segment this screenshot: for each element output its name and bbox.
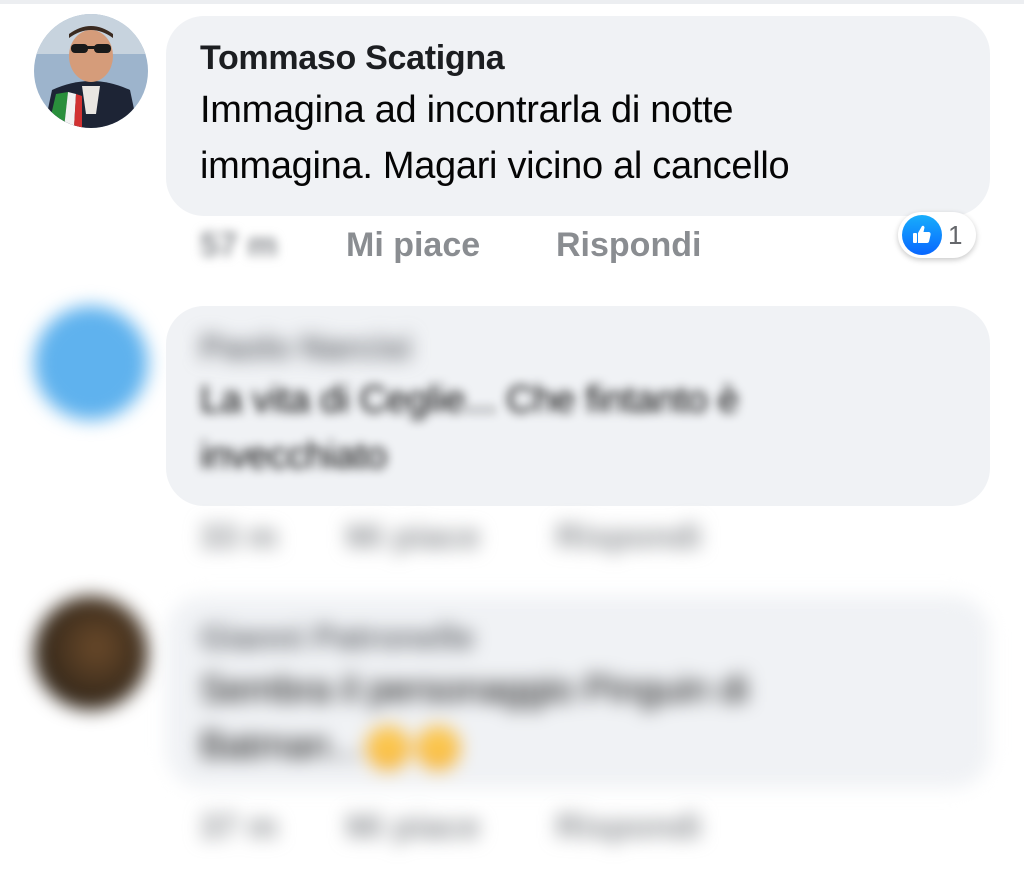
comment-text-line-2: invecchiato — [200, 435, 387, 477]
comment-author[interactable]: Paolo Narcisi — [200, 328, 956, 368]
like-button[interactable]: Mi piace — [346, 808, 480, 847]
comment-time[interactable]: 57 m — [200, 226, 278, 265]
comment-text: Sembra il personaggio Pinguin di Batman.… — [200, 662, 956, 774]
comment-text-line-2: immagina. Magari vicino al cancello — [200, 145, 790, 187]
reply-button[interactable]: Rispondi — [556, 518, 701, 557]
thumbs-up-icon — [902, 215, 942, 255]
comment-bubble: Paolo Narcisi La vita di Ceglie... Che f… — [166, 306, 990, 506]
avatar[interactable] — [34, 596, 148, 710]
comment-text-line-2-text: Batman... — [200, 725, 360, 767]
comment-text-line-1: Sembra il personaggio Pinguin di — [200, 669, 749, 711]
comment-bubble: Gianni Patronelle Sembra il personaggio … — [166, 596, 990, 788]
comment-time[interactable]: 37 m — [200, 808, 278, 847]
laughing-emoji-icon — [365, 725, 410, 770]
comment-bubble: Tommaso Scatigna Immagina ad incontrarla… — [166, 16, 990, 216]
comment-text: Immagina ad incontrarla di notte immagin… — [200, 82, 956, 194]
comment-time[interactable]: 33 m — [200, 518, 278, 557]
like-button[interactable]: Mi piace — [346, 226, 480, 265]
like-button[interactable]: Mi piace — [346, 518, 480, 557]
comment-author[interactable]: Tommaso Scatigna — [200, 38, 956, 78]
comment-text: La vita di Ceglie... Che fintanto è inve… — [200, 372, 956, 484]
top-divider — [0, 0, 1024, 4]
avatar[interactable] — [34, 306, 148, 420]
reply-button[interactable]: Rispondi — [556, 808, 701, 847]
comment-text-line-1: Immagina ad incontrarla di notte — [200, 89, 734, 131]
comment-text-line-2: Batman... — [200, 718, 956, 774]
reaction-summary[interactable]: 1 — [898, 212, 977, 258]
avatar-photo — [34, 14, 148, 128]
reply-button[interactable]: Rispondi — [556, 226, 701, 265]
comment-text-line-1: La vita di Ceglie... Che fintanto è — [200, 379, 739, 421]
laughing-emoji-icon — [415, 725, 460, 770]
reaction-count: 1 — [948, 219, 963, 250]
comment-author[interactable]: Gianni Patronelle — [200, 618, 956, 658]
avatar[interactable] — [34, 14, 148, 128]
